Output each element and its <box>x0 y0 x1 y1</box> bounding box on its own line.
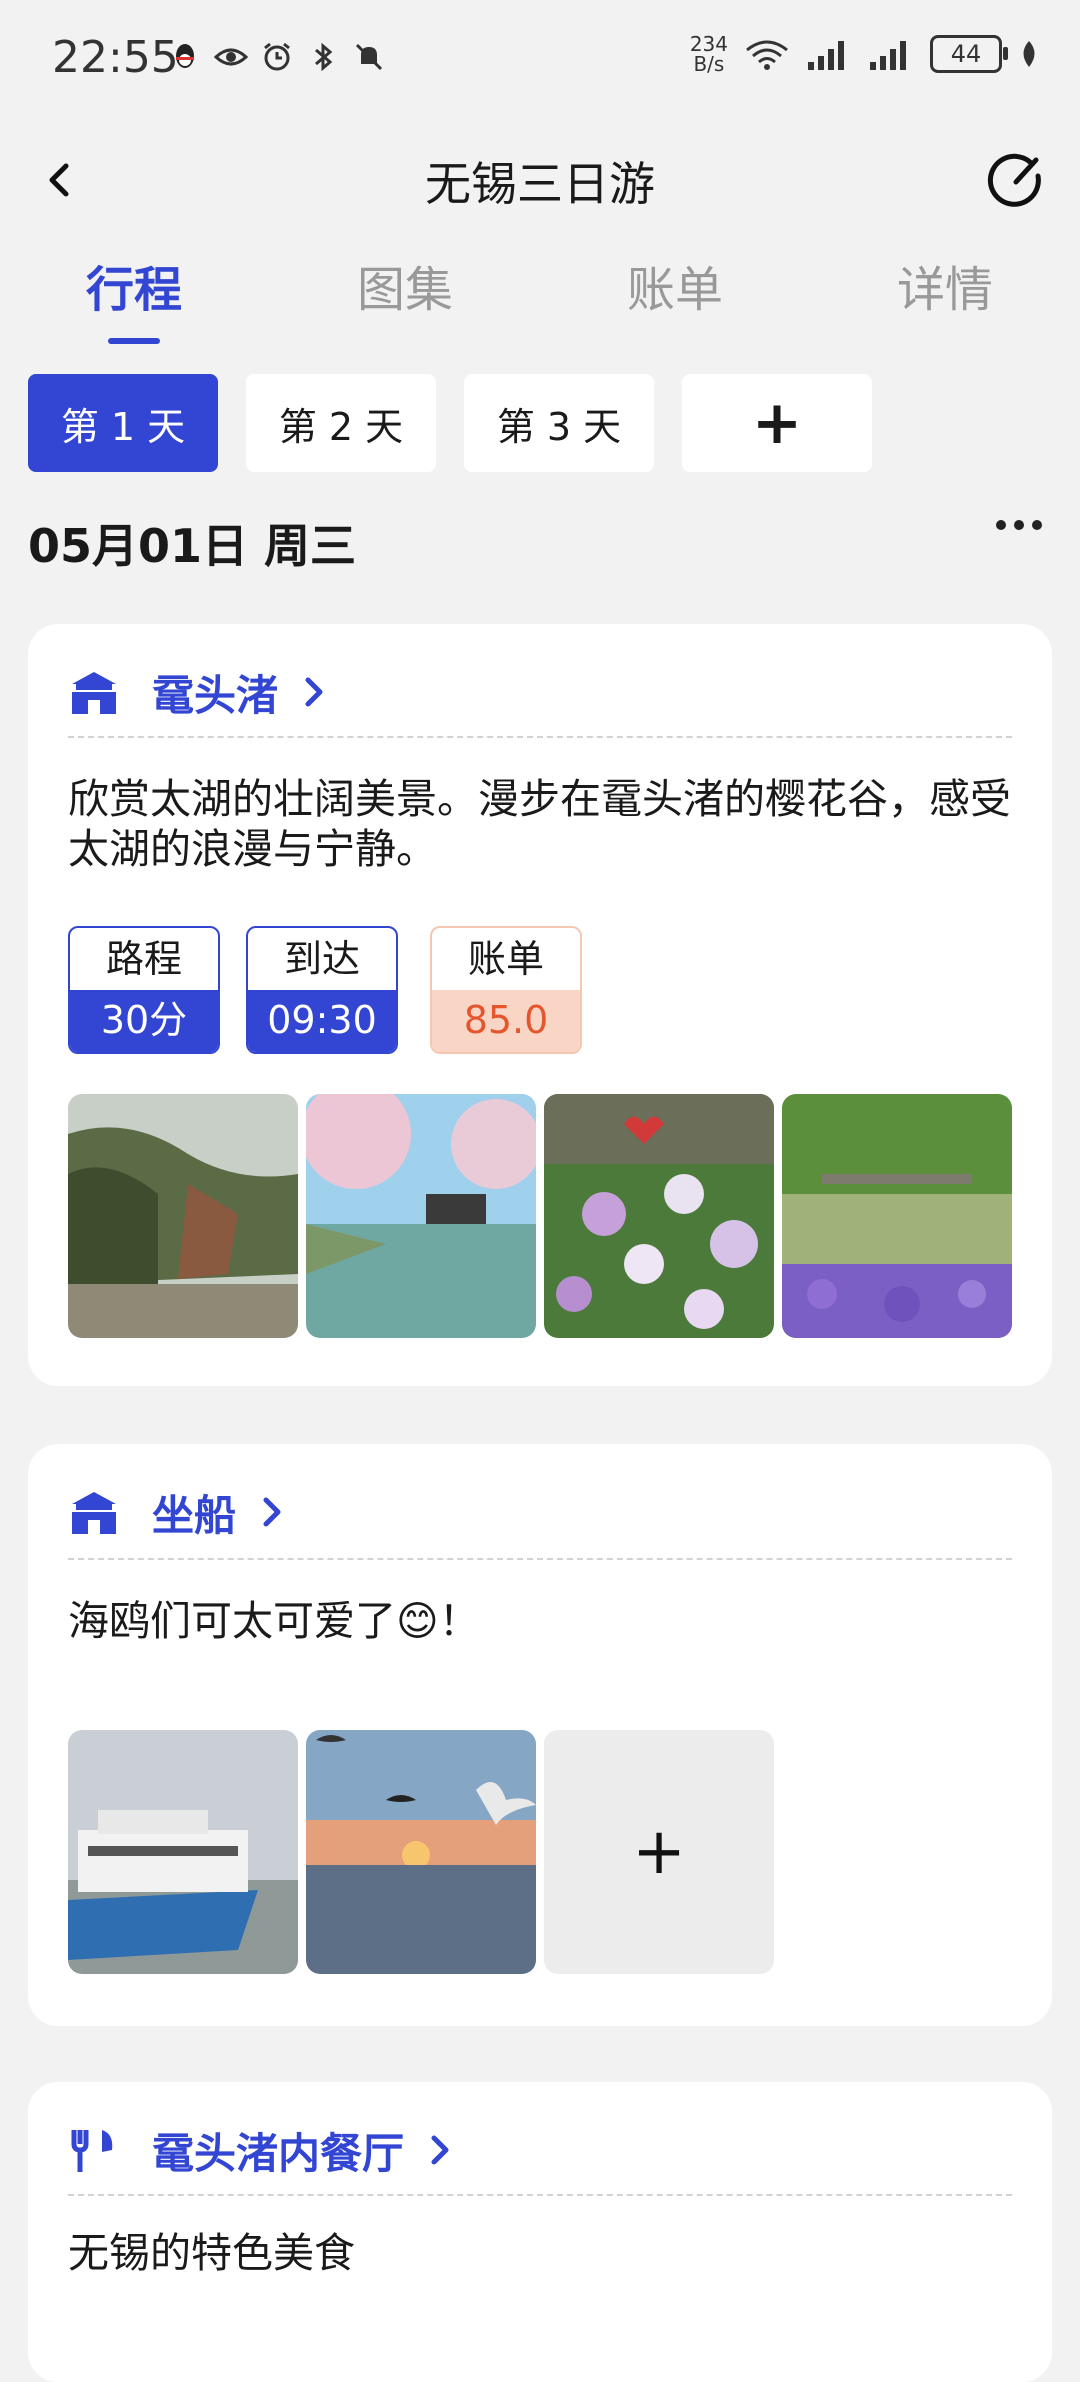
pagoda-icon <box>72 1492 116 1534</box>
card-header[interactable]: 坐船 <box>68 1482 286 1542</box>
day-selector: 第 1 天 第 2 天 第 3 天 + <box>28 374 872 472</box>
card-description: 无锡的特色美食 <box>68 2229 355 2277</box>
photo-thumbnail[interactable] <box>306 1730 536 1974</box>
alarm-icon <box>264 42 290 71</box>
eye-icon <box>214 48 248 66</box>
day-2-chip[interactable]: 第 2 天 <box>246 374 436 472</box>
tab-bills[interactable]: 账单 <box>575 250 775 320</box>
arrival-label: 到达 <box>283 937 360 981</box>
card-title: 鼋头渚 <box>152 670 279 720</box>
speed-unit: B/s <box>693 52 725 76</box>
card-description: 欣赏太湖的壮阔美景。漫步在鼋头渚的樱花谷，感受太湖的浪漫与宁静。 <box>68 775 1011 873</box>
arrival-badge: 到达 09:30 <box>246 926 398 1054</box>
pagoda-icon <box>72 672 116 714</box>
network-speed: 234 B/s <box>690 34 728 74</box>
signal-icon-2 <box>870 41 906 70</box>
chevron-right-icon <box>431 2135 449 2165</box>
more-options-icon[interactable] <box>996 520 1042 530</box>
photo-thumbnail[interactable] <box>544 1094 774 1338</box>
route-badge: 路程 30分 <box>68 926 220 1054</box>
photo-thumbnail[interactable] <box>306 1094 536 1338</box>
status-icons-left <box>168 40 386 74</box>
speed-value: 234 <box>689 32 728 56</box>
tab-active-indicator <box>108 338 160 344</box>
photo-thumbnail[interactable] <box>68 1094 298 1338</box>
itinerary-card-3[interactable]: 鼋头渚内餐厅 无锡的特色美食 <box>28 2082 1052 2382</box>
leaf-icon <box>1023 41 1035 67</box>
divider <box>68 736 1012 738</box>
day-1-chip[interactable]: 第 1 天 <box>28 374 218 472</box>
qq-icon <box>176 44 194 68</box>
photo-thumbnail[interactable] <box>68 1730 298 1974</box>
bill-value: 85.0 <box>432 990 580 1052</box>
photo-thumbnail[interactable] <box>782 1094 1012 1338</box>
card-description: 海鸥们可太可爱了😊！ <box>68 1597 480 1645</box>
arrival-value: 09:30 <box>248 990 396 1052</box>
mute-icon <box>355 43 383 71</box>
add-day-button[interactable]: + <box>682 374 872 472</box>
tab-details[interactable]: 详情 <box>845 250 1045 320</box>
battery-indicator: 44 <box>930 35 1008 73</box>
edit-icon[interactable] <box>986 150 1046 210</box>
card-header[interactable]: 鼋头渚内餐厅 <box>68 2120 454 2180</box>
divider <box>68 2194 1012 2196</box>
date-row: 05月01日 周三 <box>28 510 1052 580</box>
route-value: 30分 <box>70 990 218 1052</box>
itinerary-card-2[interactable]: 坐船 海鸥们可太可爱了😊！ + <box>28 1444 1052 2026</box>
card-title: 鼋头渚内餐厅 <box>152 2128 405 2178</box>
day-3-chip[interactable]: 第 3 天 <box>464 374 654 472</box>
bluetooth-icon <box>315 42 333 72</box>
signal-icon <box>808 41 844 70</box>
route-label: 路程 <box>105 937 182 981</box>
status-icons-right: 234 B/s 44 <box>690 34 1040 74</box>
card-title: 坐船 <box>152 1490 237 1540</box>
tab-itinerary[interactable]: 行程 <box>34 250 234 320</box>
add-photo-button[interactable]: + <box>544 1730 774 1974</box>
date-label: 05月01日 周三 <box>28 519 357 573</box>
itinerary-card-1[interactable]: 鼋头渚 欣赏太湖的壮阔美景。漫步在鼋头渚的樱花谷，感受太湖的浪漫与宁静。 路程 … <box>28 624 1052 1386</box>
status-bar: 22:55 234 B/s 44 <box>0 0 1080 120</box>
fork-knife-icon <box>71 2130 113 2172</box>
page-title: 无锡三日游 <box>425 157 655 211</box>
tab-gallery[interactable]: 图集 <box>305 250 505 320</box>
divider <box>68 1558 1012 1560</box>
wifi-icon <box>746 40 788 70</box>
bill-badge[interactable]: 账单 85.0 <box>430 926 582 1054</box>
tab-bar: 行程 图集 账单 详情 <box>0 250 1080 350</box>
chevron-right-icon <box>305 677 323 707</box>
card-header[interactable]: 鼋头渚 <box>68 662 328 722</box>
bill-label: 账单 <box>467 937 544 981</box>
status-time: 22:55 <box>52 32 179 83</box>
top-bar: 无锡三日游 <box>0 140 1080 220</box>
chevron-right-icon <box>263 1497 281 1527</box>
